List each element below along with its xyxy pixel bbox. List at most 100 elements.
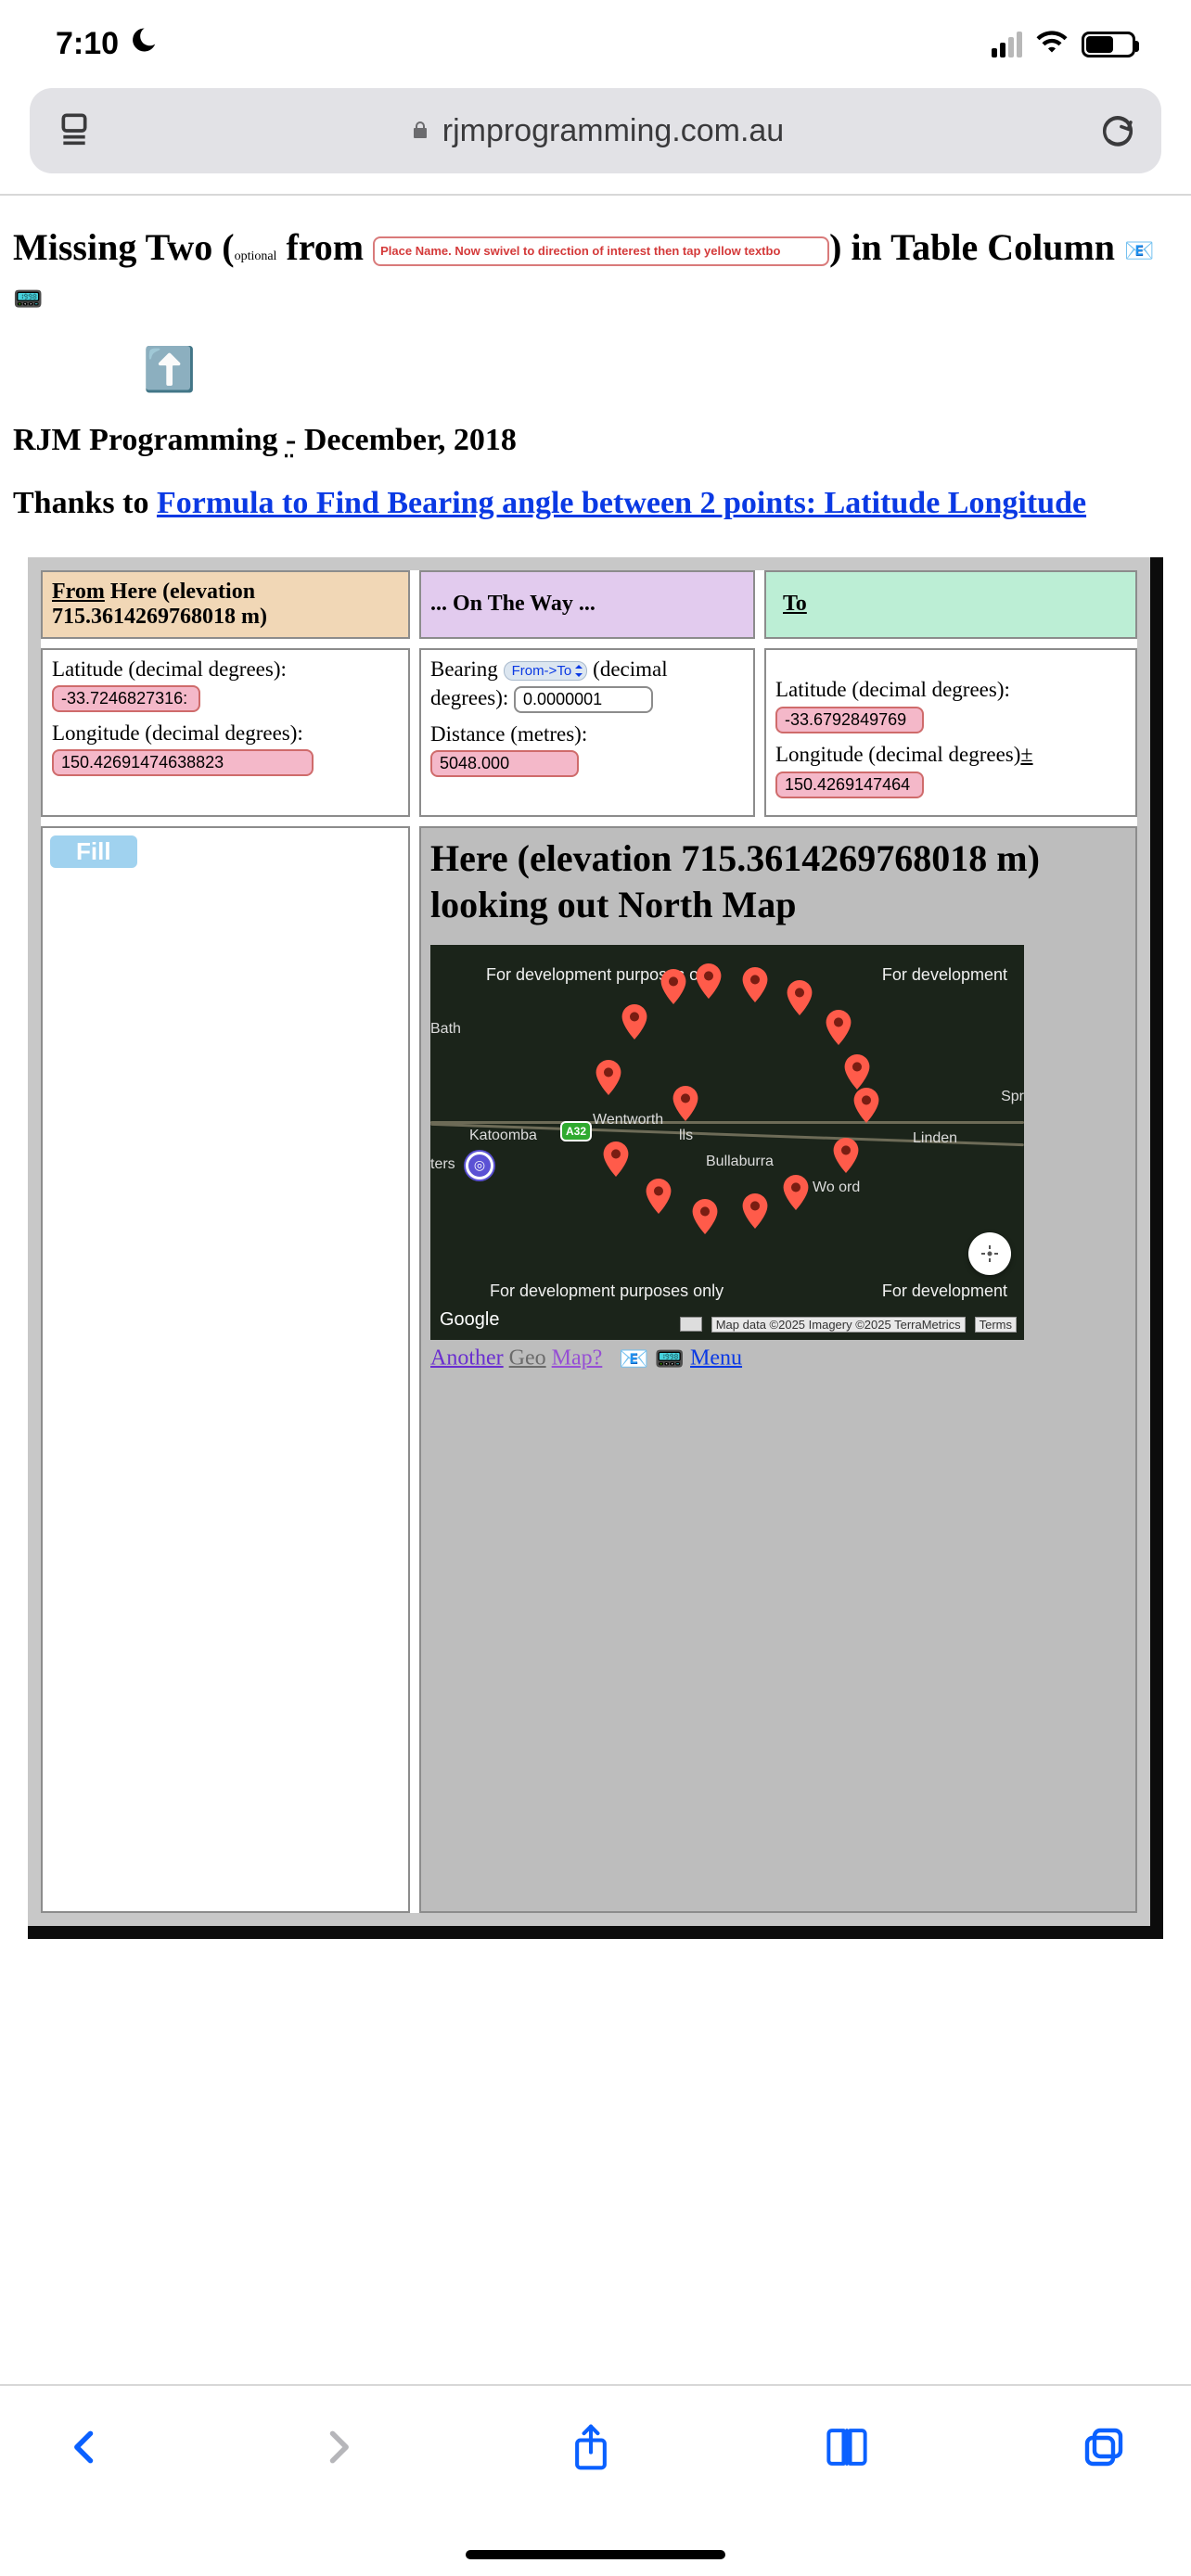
to-lat-input[interactable]: -33.6792849769 (775, 707, 924, 733)
another-link[interactable]: Another (430, 1345, 504, 1370)
safari-toolbar (0, 2384, 1191, 2576)
recenter-button[interactable] (968, 1232, 1011, 1275)
map-marker-icon[interactable] (696, 963, 722, 999)
map-marker-icon[interactable] (844, 1054, 870, 1090)
map-marker-icon[interactable] (853, 1088, 879, 1123)
place-label: Wo ord (813, 1180, 860, 1196)
cellular-signal-icon (992, 32, 1022, 57)
byline-date: December, 2018 (296, 423, 517, 457)
keyboard-icon (680, 1317, 702, 1332)
lock-icon (409, 113, 431, 149)
below-map-links: Another Geo Map? 📧 📟 Menu (430, 1345, 1126, 1373)
way-cell: Bearing From->To (decimal degrees): 0.00… (419, 648, 755, 817)
place-label: Bullaburra (706, 1154, 774, 1170)
to-lat-label: Latitude (decimal degrees): (775, 678, 1010, 701)
place-label: lls (679, 1128, 693, 1144)
thanks-line: Thanks to Formula to Find Bearing angle … (13, 482, 1178, 525)
status-time: 7:10 (56, 26, 119, 62)
thanks-pre: Thanks to (13, 486, 157, 520)
home-indicator (466, 2550, 725, 2559)
to-lon-label: Longitude (decimal degrees) (775, 743, 1020, 766)
place-label: Katoomba (469, 1128, 537, 1144)
map-marker-icon[interactable] (646, 1179, 672, 1214)
from-lon-label: Longitude (decimal degrees): (52, 721, 399, 746)
place-label: Bath (430, 1021, 461, 1038)
address-bar-domain: rjmprogramming.com.au (442, 113, 784, 149)
fill-button[interactable]: Fill (50, 835, 137, 868)
wifi-icon (1035, 26, 1069, 62)
map-marker-icon[interactable] (826, 1010, 852, 1045)
do-not-disturb-icon (130, 26, 158, 62)
header-to: To (764, 570, 1137, 639)
title-text: Missing Two ( (13, 226, 235, 268)
menu-link[interactable]: Menu (690, 1345, 742, 1370)
from-lat-label: Latitude (decimal degrees): (52, 657, 399, 682)
distance-input[interactable]: 5048.000 (430, 750, 579, 777)
battery-icon (1082, 32, 1135, 57)
data-frame: From Here (elevation 715.3614269768018 m… (28, 557, 1163, 1939)
google-map[interactable]: For development purposes only For develo… (430, 945, 1024, 1340)
map-panel: Here (elevation 715.3614269768018 m) loo… (419, 826, 1137, 1913)
map-title: Here (elevation 715.3614269768018 m) loo… (430, 835, 1126, 928)
header-from-underline: From (52, 580, 105, 604)
map-marker-icon[interactable] (672, 1086, 698, 1121)
divider (0, 194, 1191, 196)
map-marker-icon[interactable] (742, 1193, 768, 1229)
bearing-label: Bearing (430, 657, 504, 681)
highway-shield: A32 (560, 1121, 592, 1141)
map-marker-icon[interactable] (603, 1141, 629, 1177)
from-lat-input[interactable]: -33.7246827316: (52, 685, 200, 712)
header-from: From Here (elevation 715.3614269768018 m… (41, 570, 410, 639)
tabs-button[interactable] (1082, 2425, 1126, 2474)
dev-watermark: For development purposes only (490, 1282, 724, 1301)
map-marker-icon[interactable] (833, 1138, 859, 1173)
bookmarks-button[interactable] (824, 2426, 870, 2473)
map-terms-link[interactable]: Terms (975, 1317, 1017, 1333)
map-marker-icon[interactable] (621, 1004, 647, 1039)
place-label: Linden (913, 1130, 957, 1147)
safari-address-bar[interactable]: rjmprogramming.com.au (30, 88, 1161, 173)
pager-icon[interactable]: 📟 (13, 284, 43, 315)
from-lon-input[interactable]: 150.42691474638823 (52, 749, 314, 776)
reload-icon[interactable] (1100, 113, 1135, 148)
dev-watermark: For development (882, 1282, 1007, 1301)
waypoint-icon: ◎ (466, 1152, 493, 1180)
back-button[interactable] (65, 2427, 106, 2472)
bearing-direction-select[interactable]: From->To (504, 661, 588, 681)
byline: RJM Programming - December, 2018 (13, 423, 1178, 458)
geo-link[interactable]: Geo (509, 1345, 546, 1370)
email-icon[interactable]: 📧 (1124, 236, 1154, 267)
pager-icon[interactable]: 📟 (655, 1345, 685, 1373)
map-marker-icon[interactable] (787, 980, 813, 1015)
map-credit-text: Map data ©2025 Imagery ©2025 TerraMetric… (711, 1317, 966, 1333)
bearing-formula-link[interactable]: Formula to Find Bearing angle between 2 … (157, 486, 1086, 520)
plus-minus-icon: ± (1020, 743, 1032, 767)
to-lon-input[interactable]: 150.4269147464 (775, 772, 924, 798)
distance-label: Distance (metres): (430, 722, 744, 746)
map-marker-icon[interactable] (596, 1060, 621, 1095)
place-name-input[interactable]: Place Name. Now swivel to direction of i… (373, 236, 829, 266)
bearing-input[interactable]: 0.0000001 (514, 686, 653, 713)
reader-mode-icon[interactable] (56, 112, 93, 149)
ios-status-bar: 7:10 (0, 0, 1191, 71)
from-cell: Latitude (decimal degrees): -33.72468273… (41, 648, 410, 817)
share-button[interactable] (570, 2423, 612, 2476)
google-logo: Google (440, 1309, 500, 1331)
email-icon[interactable]: 📧 (619, 1345, 648, 1373)
map-marker-icon[interactable] (742, 967, 768, 1002)
scroll-up-button[interactable]: ⬆️ (143, 344, 196, 395)
forward-button (317, 2427, 358, 2472)
place-label: Spr (1001, 1089, 1024, 1105)
header-on-the-way: ... On The Way ... (419, 570, 755, 639)
title-text: from (276, 226, 373, 268)
title-text: ) in Table Column (829, 226, 1124, 268)
map-attribution: Map data ©2025 Imagery ©2025 TerraMetric… (680, 1317, 1017, 1333)
to-cell: Latitude (decimal degrees): -33.67928497… (764, 648, 1137, 817)
map-marker-icon[interactable] (660, 969, 686, 1004)
title-optional: optional (235, 249, 277, 263)
byline-org: RJM Programming (13, 423, 286, 457)
map-marker-icon[interactable] (692, 1199, 718, 1234)
map-marker-icon[interactable] (783, 1175, 809, 1210)
fill-cell: Fill (41, 826, 410, 1913)
map-link[interactable]: Map? (552, 1345, 603, 1370)
